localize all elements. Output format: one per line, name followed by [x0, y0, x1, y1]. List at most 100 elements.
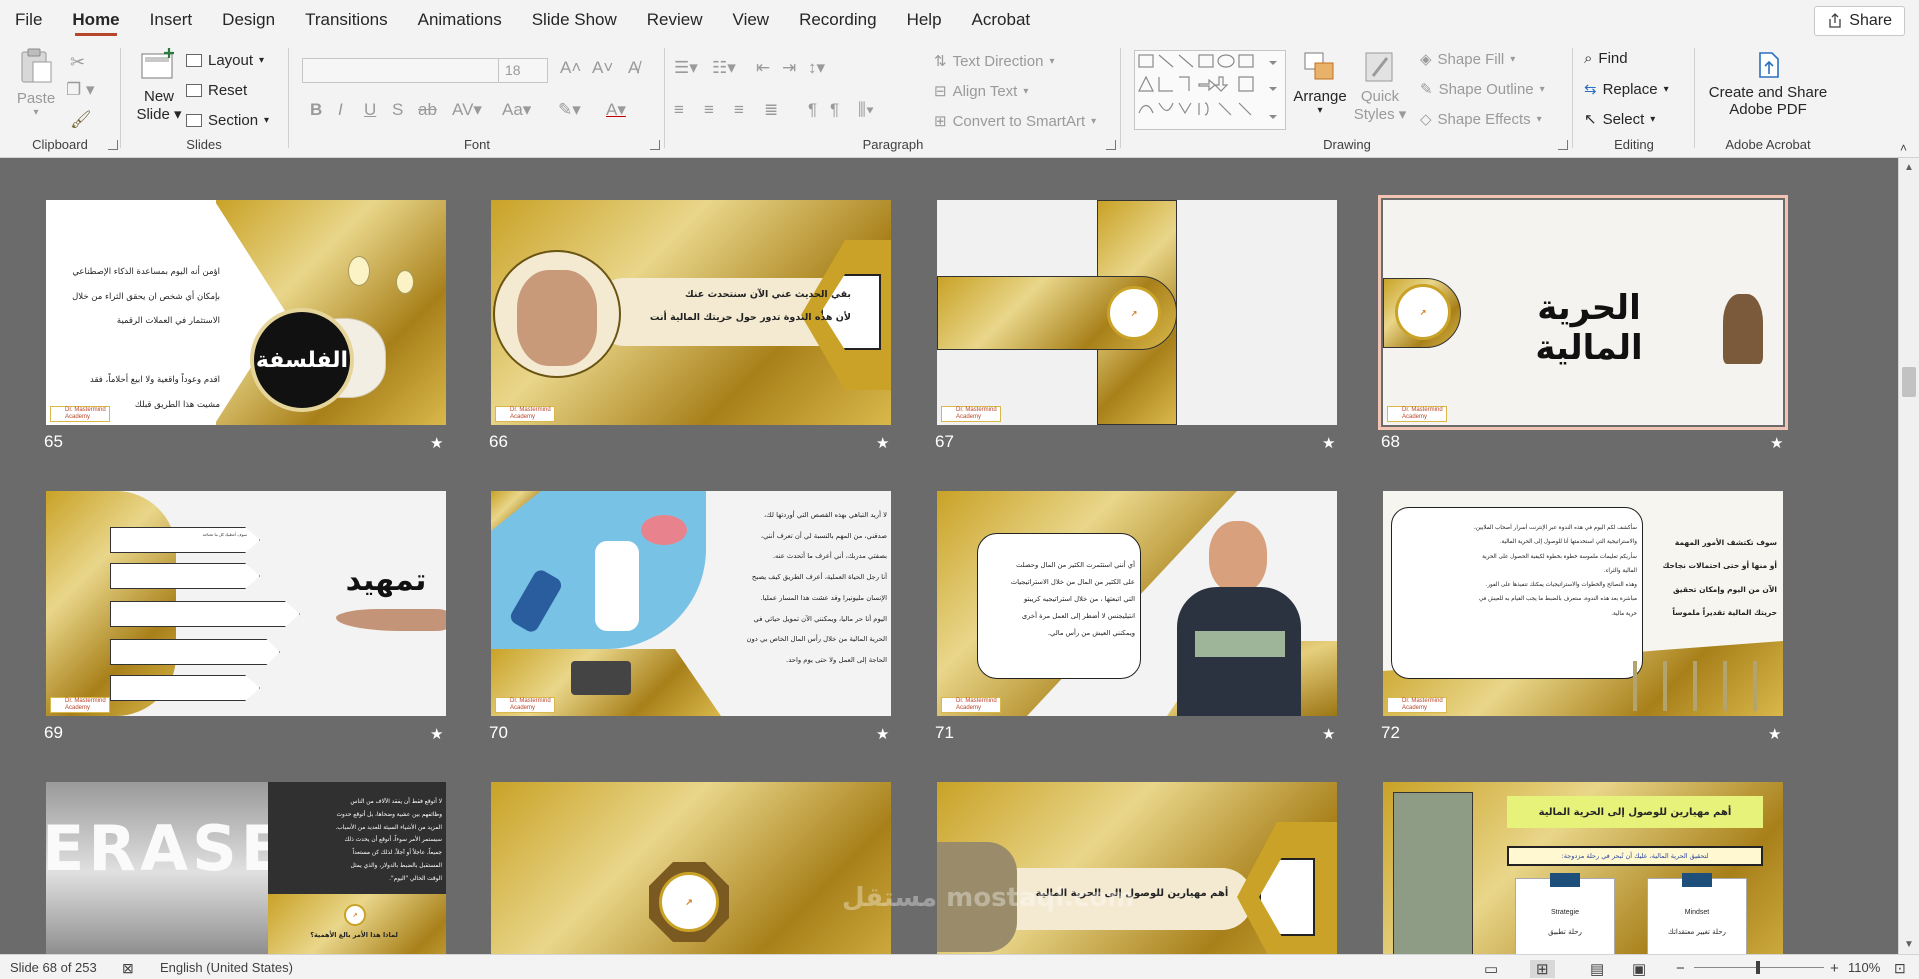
slide-thumbnail-73[interactable]: ERASE لا أتوقع فقط أن يفقد الآلاف من الن…: [46, 782, 446, 954]
strikethrough-icon[interactable]: ab: [418, 100, 437, 120]
convert-smartart-button[interactable]: ⊞ Convert to SmartArt ▾: [934, 112, 1096, 131]
spelling-icon[interactable]: ⊠: [122, 960, 134, 977]
tab-insert[interactable]: Insert: [135, 0, 208, 40]
paste-button[interactable]: Paste ▾: [14, 46, 58, 118]
slide-thumbnail-71[interactable]: أي أنني استثمرت الكثير من المال وحصلت عل…: [937, 491, 1337, 716]
change-case-icon[interactable]: Aa▾: [502, 100, 531, 120]
character-spacing-icon[interactable]: AV▾: [452, 100, 482, 120]
section-button[interactable]: Section ▾: [186, 112, 269, 129]
reading-view-icon[interactable]: ▤: [1590, 960, 1604, 978]
replace-button[interactable]: ⇆ Replace ▾: [1584, 80, 1669, 99]
tab-review[interactable]: Review: [632, 0, 718, 40]
underline-icon[interactable]: U: [364, 100, 376, 120]
shape-fill-button[interactable]: ◈ Shape Fill ▾: [1420, 50, 1515, 69]
format-painter-icon[interactable]: 🖌: [70, 110, 92, 130]
numbering-icon[interactable]: ☷▾: [712, 58, 736, 78]
bullets-icon[interactable]: ☰▾: [674, 58, 698, 78]
font-size-input[interactable]: 18: [498, 58, 548, 83]
zoom-level[interactable]: 110%: [1848, 960, 1880, 975]
shadow-icon[interactable]: S: [392, 100, 403, 120]
increase-indent-icon[interactable]: ⇥: [782, 58, 796, 78]
zoom-out-icon[interactable]: −: [1676, 960, 1685, 977]
drawing-launcher-icon[interactable]: [1558, 140, 1568, 150]
select-button[interactable]: ↖ Select ▾: [1584, 110, 1655, 129]
highlight-icon[interactable]: ✎▾: [558, 100, 581, 120]
slide-thumbnail-65[interactable]: اؤمن أنه اليوم بمساعدة الذكاء الإصطناعي …: [46, 200, 446, 425]
paint-bucket-icon: ◈: [1420, 51, 1432, 68]
shapes-gallery[interactable]: [1134, 50, 1286, 130]
tab-slide-show[interactable]: Slide Show: [517, 0, 632, 40]
arrange-button[interactable]: Arrange ▾: [1292, 50, 1348, 116]
animation-star-icon: ★: [1322, 726, 1336, 743]
font-name-input[interactable]: [302, 58, 500, 83]
slideshow-view-icon[interactable]: ▣: [1632, 960, 1646, 978]
tab-home[interactable]: Home: [57, 0, 134, 40]
slide-sorter-view-icon[interactable]: ⊞: [1530, 960, 1555, 978]
align-left-icon[interactable]: ≡: [674, 100, 684, 120]
layout-button[interactable]: Layout ▾: [186, 52, 264, 69]
card-title: Strategie: [1550, 909, 1580, 916]
share-button[interactable]: Share: [1814, 6, 1905, 36]
ltr-icon[interactable]: ¶: [830, 100, 839, 120]
clear-formatting-icon[interactable]: A̸: [628, 58, 639, 78]
tab-design[interactable]: Design: [207, 0, 290, 40]
columns-icon[interactable]: ⫼▾: [858, 100, 874, 120]
reset-button[interactable]: Reset: [186, 82, 247, 99]
tab-file[interactable]: File: [0, 0, 57, 40]
align-center-icon[interactable]: ≡: [704, 100, 714, 120]
collapse-ribbon-icon[interactable]: ˄: [1900, 141, 1907, 155]
text-direction-button[interactable]: ⇅ Text Direction ▾: [934, 52, 1054, 71]
new-slide-button[interactable]: New Slide ▾: [132, 46, 186, 123]
find-button[interactable]: ⌕ Find: [1584, 50, 1628, 67]
slide-thumbnail-70[interactable]: لا أريد التباهي بهذه القصص التي أوردتها …: [491, 491, 891, 716]
zoom-slider-thumb[interactable]: [1756, 961, 1760, 974]
justify-icon[interactable]: ≣: [764, 100, 778, 120]
italic-icon[interactable]: I: [338, 100, 343, 120]
slide-thumbnail-76[interactable]: أهم مهيارين للوصول إلى الحرية المالية لت…: [1383, 782, 1783, 954]
slide-thumbnail-66[interactable]: بقي الحديث عني الآن سنتحدث عنك لأن هذه ا…: [491, 200, 891, 425]
bold-icon[interactable]: B: [310, 100, 322, 120]
slide-sorter: اؤمن أنه اليوم بمساعدة الذكاء الإصطناعي …: [0, 158, 1898, 954]
paragraph-launcher-icon[interactable]: [1106, 140, 1116, 150]
normal-view-icon[interactable]: ▭: [1484, 960, 1498, 978]
paragraph-group-label: Paragraph: [862, 137, 924, 152]
zoom-in-icon[interactable]: +: [1830, 960, 1839, 977]
slide-thumbnail-74[interactable]: ↗: [491, 782, 891, 954]
tab-transitions[interactable]: Transitions: [290, 0, 403, 40]
clipboard-launcher-icon[interactable]: [108, 140, 118, 150]
rtl-icon[interactable]: ¶: [808, 100, 817, 120]
fit-to-window-icon[interactable]: ⊡: [1894, 960, 1906, 977]
font-color-icon[interactable]: A▾: [606, 100, 626, 120]
create-pdf-button[interactable]: Create and Share Adobe PDF: [1698, 50, 1838, 118]
tab-acrobat[interactable]: Acrobat: [957, 0, 1046, 40]
scrollbar-thumb[interactable]: [1902, 367, 1916, 397]
slide-thumbnail-72[interactable]: سأكشف لكم اليوم في هذه الندوة عبر الإنتر…: [1383, 491, 1783, 716]
tab-animations[interactable]: Animations: [403, 0, 517, 40]
tab-help[interactable]: Help: [892, 0, 957, 40]
tab-recording[interactable]: Recording: [784, 0, 892, 40]
slide-thumbnail-69[interactable]: سوف أعطيك كل ما تحتاجه تمهيد Dr. Masterm…: [46, 491, 446, 716]
shape-outline-button[interactable]: ✎ Shape Outline ▾: [1420, 80, 1545, 99]
copy-icon[interactable]: ❐ ▾: [66, 80, 95, 100]
decrease-indent-icon[interactable]: ⇤: [756, 58, 770, 78]
quick-styles-label-2: Styles ▾: [1353, 106, 1407, 123]
font-launcher-icon[interactable]: [650, 140, 660, 150]
shape-effects-button[interactable]: ◇ Shape Effects ▾: [1420, 110, 1542, 129]
scroll-up-icon[interactable]: ▲: [1904, 162, 1914, 173]
align-right-icon[interactable]: ≡: [734, 100, 744, 120]
cut-icon[interactable]: ✂: [70, 52, 85, 73]
slide-text-line: الاستثمار في العملات الرقمية: [116, 316, 220, 327]
language-indicator[interactable]: English (United States): [160, 960, 293, 975]
increase-font-icon[interactable]: A˄: [560, 58, 581, 78]
vertical-scrollbar[interactable]: ▲ ▼: [1898, 158, 1919, 954]
slide-thumbnail-67[interactable]: ↗ Dr. Mastermind Academy: [937, 200, 1337, 425]
align-text-button[interactable]: ⊟ Align Text ▾: [934, 82, 1028, 101]
scroll-down-icon[interactable]: ▼: [1904, 939, 1914, 950]
money-bundle-image: [1393, 792, 1473, 954]
paste-dropdown-icon[interactable]: ▾: [14, 107, 58, 118]
slide-thumbnail-68[interactable]: ↗ الحرية المالية Dr. Mastermind Academy: [1378, 195, 1788, 430]
quick-styles-button[interactable]: Quick Styles ▾: [1352, 50, 1408, 123]
decrease-font-icon[interactable]: A˅: [592, 58, 613, 78]
tab-view[interactable]: View: [718, 0, 785, 40]
line-spacing-icon[interactable]: ↕▾: [808, 58, 825, 78]
